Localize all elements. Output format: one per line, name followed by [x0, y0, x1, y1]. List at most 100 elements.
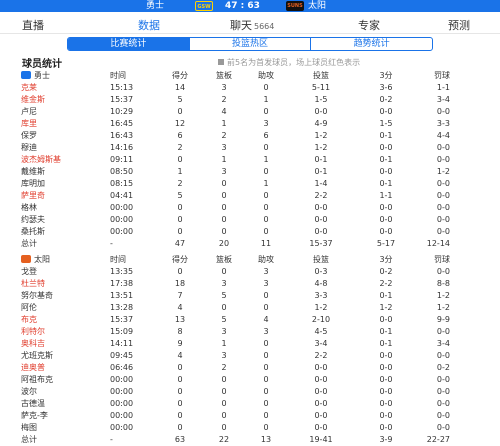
player-row[interactable]: 戈登 13:35 0 0 3 0-3 0-2 0-0 — [18, 266, 450, 278]
stat-field-goals: 0-3 — [314, 267, 328, 276]
total-points: 47 — [174, 239, 186, 248]
player-name[interactable]: 古德温 — [18, 398, 110, 410]
stat-rebounds: 2 — [221, 363, 227, 372]
player-row[interactable]: 阿伦 13:28 4 0 0 1-2 1-2 1-2 — [18, 302, 450, 314]
player-row[interactable]: 波尔 00:00 0 0 0 0-0 0-0 0-0 — [18, 386, 450, 398]
player-row[interactable]: 萨克-李 00:00 0 0 0 0-0 0-0 0-0 — [18, 410, 450, 422]
col-header-points: 得分 — [172, 71, 188, 80]
stat-minutes: 04:41 — [110, 191, 134, 200]
player-name[interactable]: 阿祖布克 — [18, 374, 110, 386]
player-name[interactable]: 约瑟夫 — [18, 214, 110, 226]
stat-minutes: 09:11 — [110, 155, 134, 164]
player-row[interactable]: 利特尔 15:09 8 3 3 4-5 0-1 0-0 — [18, 326, 450, 338]
player-row[interactable]: 穆迪 14:16 2 3 0 1-2 0-0 0-0 — [18, 142, 450, 154]
player-name[interactable]: 戴维斯 — [18, 166, 110, 178]
player-name[interactable]: 萨克-李 — [18, 410, 110, 422]
segment-shot-chart[interactable]: 投篮热区 — [188, 38, 311, 50]
player-row[interactable]: 阿祖布克 00:00 0 0 0 0-0 0-0 0-0 — [18, 374, 450, 386]
player-name[interactable]: 利特尔 — [18, 326, 110, 338]
player-row[interactable]: 克莱 15:13 14 3 0 5-11 3-6 1-1 — [18, 82, 450, 94]
player-row[interactable]: 格林 00:00 0 0 0 0-0 0-0 0-0 — [18, 202, 450, 214]
player-name[interactable]: 库明加 — [18, 178, 110, 190]
stat-assists: 0 — [263, 215, 269, 224]
home-team-name[interactable]: 勇士 — [146, 0, 164, 12]
player-row[interactable]: 尤班克斯 09:45 4 3 0 2-2 0-0 0-0 — [18, 350, 450, 362]
player-row[interactable]: 梅图 00:00 0 0 0 0-0 0-0 0-0 — [18, 422, 450, 434]
stat-field-goals: 2-2 — [314, 351, 328, 360]
col-header-field-goals: 投篮 — [313, 255, 329, 264]
segment-trend-stats[interactable]: 趋势统计 — [310, 38, 432, 50]
stat-free-throws: 0-0 — [436, 191, 450, 200]
player-row[interactable]: 库明加 08:15 2 0 1 1-4 0-1 0-0 — [18, 178, 450, 190]
tab-chat[interactable]: 聊天 5664 — [230, 17, 274, 33]
stat-three-pointers: 0-1 — [379, 179, 393, 188]
total-field-goals: 15-37 — [309, 239, 333, 248]
player-name[interactable]: 保罗 — [18, 130, 110, 142]
player-name[interactable]: 戈登 — [18, 266, 110, 278]
player-row[interactable]: 萨里奇 04:41 5 0 0 2-2 1-1 0-0 — [18, 190, 450, 202]
player-name[interactable]: 桑托斯 — [18, 226, 110, 238]
stat-minutes: 00:00 — [110, 375, 134, 384]
player-name[interactable]: 克莱 — [18, 82, 110, 94]
stat-three-pointers: 0-0 — [379, 351, 393, 360]
player-name[interactable]: 尤班克斯 — [18, 350, 110, 362]
player-row[interactable]: 桑托斯 00:00 0 0 0 0-0 0-0 0-0 — [18, 226, 450, 238]
stat-points: 12 — [174, 119, 186, 128]
stat-assists: 0 — [263, 363, 269, 372]
stat-minutes: 06:46 — [110, 363, 134, 372]
tab-live[interactable]: 直播 — [22, 17, 44, 33]
player-name[interactable]: 卢尼 — [18, 106, 110, 118]
player-name[interactable]: 维金斯 — [18, 94, 110, 106]
player-row[interactable]: 库里 16:45 12 1 3 4-9 1-5 3-3 — [18, 118, 450, 130]
segment-game-stats[interactable]: 比赛统计 — [68, 38, 189, 50]
player-row[interactable]: 保罗 16:43 6 2 6 1-2 0-1 4-4 — [18, 130, 450, 142]
total-free-throws: 22-27 — [426, 435, 450, 444]
player-row[interactable]: 卢尼 10:29 0 4 0 0-0 0-0 0-0 — [18, 106, 450, 118]
player-row[interactable]: 努尔基奇 13:51 7 5 0 3-3 0-1 1-2 — [18, 290, 450, 302]
player-name[interactable]: 萨里奇 — [18, 190, 110, 202]
player-name[interactable]: 阿伦 — [18, 302, 110, 314]
tab-chat-label: 聊天 — [230, 19, 252, 32]
player-name[interactable]: 波杰姆斯基 — [18, 154, 110, 166]
player-name[interactable]: 格林 — [18, 202, 110, 214]
stat-field-goals: 1-4 — [314, 179, 328, 188]
tab-data[interactable]: 数据 — [138, 17, 160, 33]
stat-rebounds: 1 — [221, 155, 227, 164]
tab-predict[interactable]: 预测 — [448, 17, 470, 33]
main-tabs: 直播 数据 聊天 5664 专家 预测 — [0, 12, 500, 44]
stat-points: 6 — [177, 131, 183, 140]
away-team-name[interactable]: 太阳 — [308, 0, 326, 12]
stat-minutes: 16:43 — [110, 131, 134, 140]
player-name[interactable]: 库里 — [18, 118, 110, 130]
stat-field-goals: 1-2 — [314, 131, 328, 140]
stat-minutes: 15:09 — [110, 327, 134, 336]
tab-experts[interactable]: 专家 — [358, 17, 380, 33]
player-name[interactable]: 杜兰特 — [18, 278, 110, 290]
player-row[interactable]: 布克 15:37 13 5 4 2-10 0-0 9-9 — [18, 314, 450, 326]
player-name[interactable]: 奥科吉 — [18, 338, 110, 350]
stat-three-pointers: 0-1 — [379, 339, 393, 348]
player-row[interactable]: 波杰姆斯基 09:11 0 1 1 0-1 0-1 0-0 — [18, 154, 450, 166]
total-free-throws: 12-14 — [426, 239, 450, 248]
stat-assists: 3 — [263, 267, 269, 276]
player-name[interactable]: 波尔 — [18, 386, 110, 398]
total-minutes: - — [110, 435, 113, 444]
stat-field-goals: 0-0 — [314, 107, 328, 116]
player-name[interactable]: 布克 — [18, 314, 110, 326]
player-row[interactable]: 迪奥普 06:46 0 2 0 0-0 0-0 0-2 — [18, 362, 450, 374]
player-name[interactable]: 努尔基奇 — [18, 290, 110, 302]
player-name[interactable]: 迪奥普 — [18, 362, 110, 374]
player-row[interactable]: 约瑟夫 00:00 0 0 0 0-0 0-0 0-0 — [18, 214, 450, 226]
player-row[interactable]: 维金斯 15:37 5 2 1 1-5 0-2 3-4 — [18, 94, 450, 106]
player-name[interactable]: 穆迪 — [18, 142, 110, 154]
warriors-logo-icon: GSW — [195, 1, 213, 11]
col-header-free-throws: 罚球 — [434, 255, 450, 264]
player-row[interactable]: 古德温 00:00 0 0 0 0-0 0-0 0-0 — [18, 398, 450, 410]
stat-points: 4 — [177, 351, 183, 360]
player-name[interactable]: 梅图 — [18, 422, 110, 434]
player-row[interactable]: 杜兰特 17:38 18 3 3 4-8 2-2 8-8 — [18, 278, 450, 290]
stat-three-pointers: 0-0 — [379, 375, 393, 384]
stat-three-pointers: 0-2 — [379, 95, 393, 104]
player-row[interactable]: 奥科吉 14:11 9 1 0 3-4 0-1 3-4 — [18, 338, 450, 350]
player-row[interactable]: 戴维斯 08:50 1 3 0 0-1 0-0 1-2 — [18, 166, 450, 178]
